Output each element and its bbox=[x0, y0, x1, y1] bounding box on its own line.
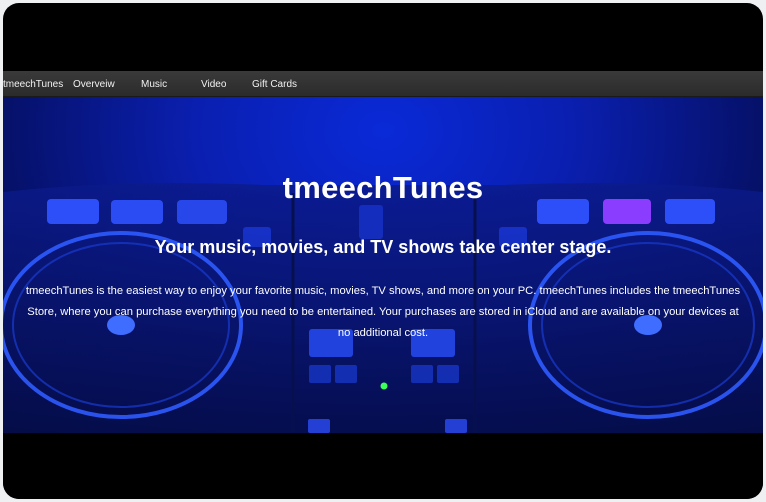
top-navbar: tmeechTunes Overveiw Music Video Gift Ca… bbox=[3, 71, 763, 97]
hero-subtitle: Your music, movies, and TV shows take ce… bbox=[154, 237, 612, 257]
nav-brand[interactable]: tmeechTunes bbox=[3, 79, 63, 90]
hero-title: tmeechTunes bbox=[282, 170, 484, 205]
app-window: tmeechTunes Overveiw Music Video Gift Ca… bbox=[3, 3, 763, 499]
hero-section: tmeechTunes Your music, movies, and TV s… bbox=[3, 97, 763, 433]
nav-item-video[interactable]: Video bbox=[201, 79, 226, 90]
nav-item-music[interactable]: Music bbox=[141, 79, 167, 90]
bottom-letterbox bbox=[3, 433, 763, 499]
nav-item-overview[interactable]: Overveiw bbox=[73, 79, 115, 90]
dj-controller-background-image bbox=[3, 183, 763, 433]
nav-item-gift-cards[interactable]: Gift Cards bbox=[252, 79, 297, 90]
hero-description: tmeechTunes is the easiest way to enjoy … bbox=[25, 285, 741, 339]
